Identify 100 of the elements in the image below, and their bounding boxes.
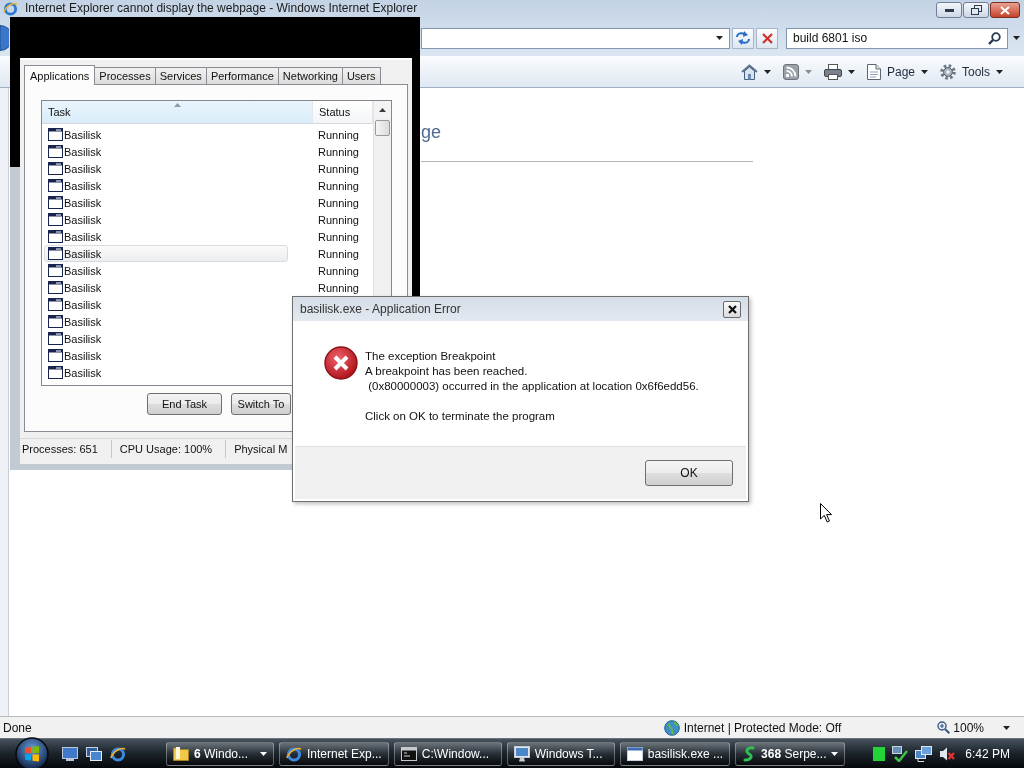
tab[interactable]: Networking bbox=[277, 67, 343, 84]
sort-arrow-icon bbox=[174, 103, 181, 107]
tab[interactable]: Users bbox=[341, 67, 381, 84]
folder-icon bbox=[173, 746, 189, 761]
window-icon bbox=[48, 366, 63, 379]
task-item[interactable]: Basilisk bbox=[44, 245, 288, 262]
clock[interactable]: 6:42 PM bbox=[965, 746, 1010, 761]
address-field[interactable] bbox=[421, 27, 730, 49]
error-message: The exception Breakpoint A breakpoint has been reached. (0x80000003) occurred in the application at location 0x6f6edd56. bbox=[365, 349, 699, 394]
task-item[interactable]: Basilisk bbox=[44, 330, 288, 347]
task-item[interactable]: Basilisk bbox=[44, 126, 288, 143]
close-icon bbox=[1000, 5, 1010, 15]
close-button[interactable] bbox=[723, 300, 741, 318]
window-icon bbox=[48, 162, 63, 175]
search-icon bbox=[988, 31, 1001, 45]
minimize-button[interactable] bbox=[936, 2, 962, 18]
task-item[interactable]: Basilisk bbox=[44, 143, 288, 160]
security-zone-text: Internet | Protected Mode: Off bbox=[683, 720, 842, 735]
status-field: CPU Usage: 100% bbox=[117, 440, 227, 458]
gear-icon bbox=[940, 63, 956, 80]
stop-icon bbox=[761, 32, 773, 44]
scroll-up-button[interactable] bbox=[374, 101, 391, 118]
task-item[interactable]: Basilisk bbox=[44, 160, 288, 177]
task-status: Running bbox=[318, 162, 359, 175]
search-field[interactable]: build 6801 iso bbox=[786, 27, 1008, 49]
task-status: Running bbox=[318, 145, 359, 158]
window-icon bbox=[48, 179, 63, 192]
speaker-muted-icon[interactable] bbox=[939, 745, 956, 762]
task-status: Running bbox=[318, 128, 359, 141]
zoom-button[interactable]: 100% bbox=[937, 720, 1010, 735]
browser-logo-icon[interactable] bbox=[110, 745, 126, 762]
page-icon bbox=[866, 63, 881, 80]
switch-windows-icon[interactable] bbox=[86, 746, 102, 761]
task-status: Running bbox=[318, 264, 359, 277]
caret-icon bbox=[1003, 725, 1010, 730]
page-heading: ge bbox=[421, 121, 443, 143]
status-field: Physical M bbox=[232, 440, 301, 458]
tab[interactable]: Services bbox=[154, 67, 207, 84]
window-title: Internet Explorer cannot display the webpage - Windows Internet Explorer bbox=[25, 1, 418, 15]
taskbar-button[interactable]: Windows T... bbox=[506, 741, 615, 766]
status-field: Processes: 651 bbox=[20, 440, 112, 458]
caret-icon bbox=[804, 69, 812, 74]
column-header[interactable]: Task bbox=[42, 101, 313, 124]
window-icon bbox=[48, 264, 63, 277]
page-menu[interactable]: Page bbox=[863, 59, 931, 84]
task-item[interactable]: Basilisk bbox=[44, 194, 288, 211]
browser-logo-icon bbox=[286, 745, 302, 762]
close-button[interactable] bbox=[990, 2, 1020, 18]
refresh-icon bbox=[736, 31, 750, 45]
tools-menu[interactable]: Tools bbox=[937, 59, 1006, 84]
tab[interactable]: Performance bbox=[205, 67, 279, 84]
network-check-icon[interactable] bbox=[892, 745, 909, 762]
window-icon bbox=[48, 315, 63, 328]
task-status: Running bbox=[318, 230, 359, 243]
show-desktop-icon[interactable] bbox=[62, 746, 78, 761]
monitor-icon bbox=[513, 745, 530, 762]
restore-button[interactable] bbox=[963, 2, 989, 18]
dropdown-caret-icon bbox=[716, 36, 723, 40]
window-icon bbox=[48, 145, 63, 158]
window-icon bbox=[48, 298, 63, 311]
task-item[interactable]: Basilisk bbox=[44, 296, 288, 313]
stop-button[interactable] bbox=[756, 27, 778, 49]
taskbar-button[interactable]: Internet Exp... bbox=[279, 741, 389, 766]
minimize-icon bbox=[944, 8, 954, 12]
scroll-thumb[interactable] bbox=[375, 120, 390, 136]
window-button[interactable]: End Task bbox=[147, 393, 222, 415]
task-item[interactable]: Basilisk bbox=[44, 262, 288, 279]
feeds-icon bbox=[782, 63, 799, 80]
task-item[interactable]: Basilisk bbox=[44, 211, 288, 228]
task-item[interactable]: Basilisk bbox=[44, 313, 288, 330]
taskbar-button[interactable]: 368 Serpe... bbox=[735, 741, 846, 766]
caret-icon bbox=[921, 69, 928, 74]
zoom-icon bbox=[937, 721, 951, 734]
status-square-icon[interactable] bbox=[873, 746, 886, 761]
task-item[interactable]: Basilisk bbox=[44, 228, 288, 245]
window-icon bbox=[48, 196, 63, 209]
taskbar-button[interactable]: basilisk.exe ... bbox=[619, 741, 731, 766]
taskbar-button[interactable]: 6 Windo... bbox=[166, 741, 274, 766]
error-message: Click on OK to terminate the program bbox=[365, 409, 556, 424]
refresh-button[interactable] bbox=[732, 27, 754, 49]
task-status: Running bbox=[318, 196, 359, 209]
tab[interactable]: Applications bbox=[24, 65, 96, 85]
back-button[interactable] bbox=[0, 25, 9, 51]
column-header[interactable]: Status bbox=[313, 101, 373, 124]
printer-icon bbox=[823, 63, 842, 80]
tab[interactable]: Processes bbox=[94, 67, 156, 84]
task-item[interactable]: Basilisk bbox=[44, 279, 288, 296]
ok-button[interactable]: OK bbox=[645, 460, 733, 486]
error-icon bbox=[324, 346, 358, 380]
network-icon[interactable] bbox=[915, 745, 933, 762]
task-item[interactable]: Basilisk bbox=[44, 347, 288, 364]
start-button[interactable] bbox=[14, 738, 50, 768]
window-icon bbox=[48, 281, 63, 294]
window-button[interactable]: Switch To bbox=[231, 393, 291, 415]
task-item[interactable]: Basilisk bbox=[44, 177, 288, 194]
taskbar-button[interactable]: C:\Window... bbox=[393, 741, 502, 766]
task-item[interactable]: Basilisk bbox=[44, 364, 288, 381]
window-icon bbox=[48, 213, 63, 226]
up-arrow-icon bbox=[379, 107, 386, 112]
home-icon bbox=[740, 63, 758, 80]
